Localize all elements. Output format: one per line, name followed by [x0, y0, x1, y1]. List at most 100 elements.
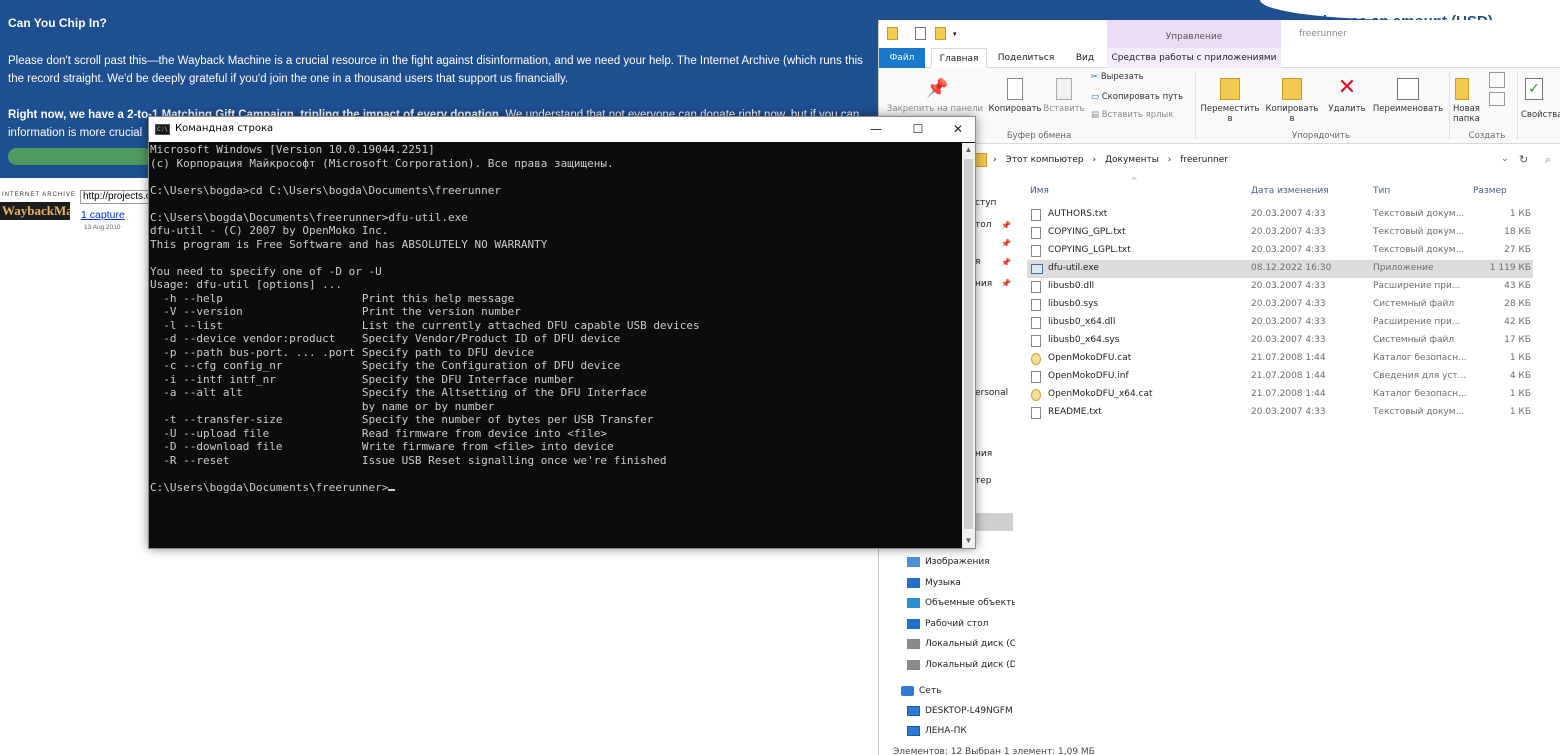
setup-info-icon [1031, 371, 1041, 383]
console-output[interactable]: Microsoft Windows [Version 10.0.19044.22… [150, 143, 962, 548]
address-bar[interactable]: › Этот компьютер › Документы › freerunne… [879, 149, 1560, 173]
tab-app-tools[interactable]: Средства работы с приложениями [1107, 48, 1281, 68]
manage-context-tab[interactable]: Управление [1107, 20, 1281, 48]
search-icon[interactable]: ⌕ [1545, 153, 1551, 167]
pin-button[interactable]: 📌 Закрепить на панели [883, 76, 987, 114]
properties-quick-icon[interactable] [915, 27, 926, 40]
wayback-logo[interactable]: WaybackMachine [0, 202, 70, 220]
cut-button[interactable]: ✂ Вырезать [1091, 72, 1144, 82]
file-row[interactable]: dfu-util.exe 08.12.2022 16:30 Приложение 1 … [1027, 260, 1533, 278]
scroll-thumb[interactable] [964, 159, 973, 529]
copy-path-icon: ▭ [1091, 92, 1102, 102]
nav-network-label: Сеть [919, 686, 942, 696]
console-line: Usage: dfu-util [options] ... [150, 278, 343, 291]
nav-item-partial[interactable]: ния [975, 449, 992, 459]
cmd-window[interactable]: C:\ Командная строка — ☐ ✕ Microsoft Win… [148, 116, 976, 549]
tab-file[interactable]: Файл [879, 48, 925, 68]
file-explorer-window: ▾ Управление freerunner Файл Главная Под… [878, 20, 1560, 755]
cmd-titlebar[interactable]: C:\ Командная строка — ☐ ✕ [149, 117, 975, 142]
breadcrumb-documents[interactable]: Документы [1105, 155, 1159, 165]
column-name[interactable]: Имя [1030, 186, 1049, 196]
console-line: C:\Users\bogda>cd C:\Users\bogda\Documen… [150, 183, 501, 197]
console-line: -h --help Print this help message [150, 291, 515, 305]
nav-item[interactable]: Музыка [905, 575, 1015, 593]
copy-path-button[interactable]: ▭ Скопировать путь [1091, 92, 1183, 102]
refresh-icon[interactable]: ↻ [1519, 153, 1528, 166]
file-name: COPYING_LGPL.txt [1048, 245, 1131, 255]
rename-icon [1397, 78, 1419, 100]
text-file-icon [1031, 227, 1041, 239]
nav-item[interactable]: Локальный диск (D [905, 657, 1015, 675]
column-date[interactable]: Дата изменения [1251, 186, 1329, 196]
scroll-down-icon[interactable]: ▼ [962, 534, 975, 548]
nav-item[interactable]: Локальный диск (C [905, 636, 1015, 654]
file-row[interactable]: libusb0.dll 20.03.2007 4:33 Расширение при… [1027, 278, 1533, 296]
close-button[interactable]: ✕ [937, 117, 979, 142]
nav-desktop-pinned[interactable]: тол [975, 220, 992, 230]
tab-home[interactable]: Главная [931, 48, 987, 68]
file-date: 21.07.2008 1:44 [1251, 389, 1326, 399]
nav-network-computer[interactable]: ЛЕНА-ПК [905, 723, 1015, 741]
new-folder-quick-icon[interactable] [935, 27, 946, 40]
maximize-button[interactable]: ☐ [897, 117, 939, 142]
file-size: 17 КБ [1504, 335, 1531, 345]
minimize-button[interactable]: — [855, 117, 897, 142]
file-row[interactable]: libusb0.sys 20.03.2007 4:33 Системный файл… [1027, 296, 1533, 314]
nav-pinned-item[interactable]: ния [975, 279, 992, 289]
nav-selected-item[interactable] [975, 513, 1013, 531]
scroll-up-icon[interactable]: ▲ [962, 143, 975, 157]
file-type: Текстовый докум... [1373, 227, 1465, 237]
easy-access-icon[interactable] [1489, 92, 1505, 106]
paste-label: Вставить [1043, 104, 1085, 114]
donation-progress-bar[interactable] [8, 148, 153, 165]
column-size[interactable]: Размер [1473, 186, 1507, 196]
file-type: Текстовый докум... [1373, 245, 1465, 255]
paste-button[interactable]: Вставить [1043, 76, 1085, 114]
file-row[interactable]: AUTHORS.txt 20.03.2007 4:33 Текстовый доку… [1027, 206, 1533, 224]
nav-item[interactable]: Рабочий стол [905, 616, 1015, 634]
chevron-down-icon[interactable]: ⌄ [1501, 154, 1509, 164]
paste-shortcut-button[interactable]: ▤ Вставить ярлык [1091, 110, 1173, 120]
copy-button[interactable]: Копировать [987, 76, 1043, 114]
file-row[interactable]: README.txt 20.03.2007 4:33 Текстовый докум… [1027, 404, 1533, 422]
system-file-icon [1031, 299, 1041, 311]
tab-share[interactable]: Поделиться [991, 48, 1061, 68]
new-item-icon[interactable] [1489, 72, 1505, 88]
file-row[interactable]: libusb0_x64.dll 20.03.2007 4:33 Расширение… [1027, 314, 1533, 332]
file-name: AUTHORS.txt [1048, 209, 1108, 219]
console-scrollbar[interactable]: ▲ ▼ [962, 143, 975, 548]
file-row[interactable]: OpenMokoDFU_x64.cat 21.07.2008 1:44 Катало… [1027, 386, 1533, 404]
nav-network-computer[interactable]: DESKTOP-L49NGFM [905, 703, 1015, 721]
rename-label: Переименовать [1372, 104, 1444, 114]
new-folder-button[interactable]: Новая папка [1453, 76, 1483, 124]
chevron-down-icon[interactable]: ▾ [953, 30, 959, 38]
properties-button[interactable]: ✓ Свойства [1521, 76, 1560, 120]
breadcrumb-this-pc[interactable]: Этот компьютер [1005, 155, 1083, 165]
campaign-text: Right now, we have a 2-to-1 [8, 109, 162, 121]
nav-quick-access[interactable]: ступ [975, 198, 996, 208]
file-row[interactable]: libusb0_x64.sys 20.03.2007 4:33 Системный … [1027, 332, 1533, 350]
nav-item[interactable]: Объемные объекты [905, 595, 1015, 613]
file-type: Приложение [1373, 263, 1434, 273]
tab-view[interactable]: Вид [1065, 48, 1105, 68]
file-row[interactable]: OpenMokoDFU.inf 21.07.2008 1:44 Сведения д… [1027, 368, 1533, 386]
rename-button[interactable]: Переименовать [1371, 76, 1445, 114]
move-to-button[interactable]: Переместить в [1199, 76, 1261, 124]
console-line: Microsoft Windows [Version 10.0.19044.22… [150, 143, 435, 156]
nav-item[interactable]: Изображения [905, 554, 1015, 572]
column-type[interactable]: Тип [1373, 186, 1390, 196]
delete-button[interactable]: ✕ Удалить [1325, 76, 1369, 115]
file-name: libusb0_x64.dll [1048, 317, 1116, 327]
pin-icon: 📌 [1001, 239, 1011, 248]
nav-network[interactable]: Сеть [899, 683, 1009, 701]
breadcrumb-freerunner[interactable]: freerunner [1180, 155, 1228, 165]
file-row[interactable]: OpenMokoDFU.cat 21.07.2008 1:44 Каталог бе… [1027, 350, 1533, 368]
checkmark-icon: ✓ [1525, 78, 1543, 100]
nav-this-pc[interactable]: тер [975, 476, 992, 486]
file-row[interactable]: COPYING_LGPL.txt 20.03.2007 4:33 Текстовый… [1027, 242, 1533, 260]
cmd-app-icon: C:\ [155, 124, 170, 135]
file-row[interactable]: COPYING_GPL.txt 20.03.2007 4:33 Текстовый … [1027, 224, 1533, 242]
copy-to-button[interactable]: Копировать в [1263, 76, 1321, 124]
captures-link[interactable]: 1 capture [81, 209, 125, 221]
nav-onedrive[interactable]: ersonal [975, 388, 1008, 398]
